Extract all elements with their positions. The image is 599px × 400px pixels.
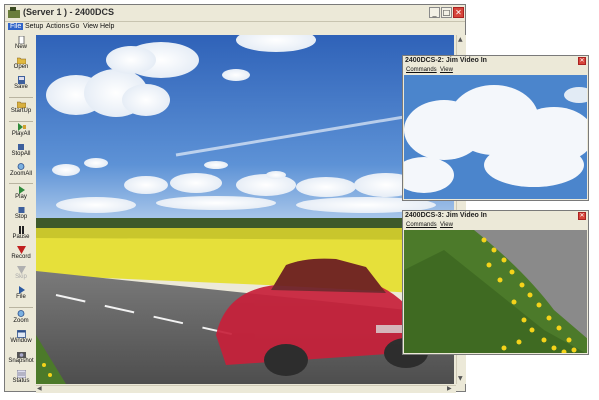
minimize-button[interactable]: _: [429, 7, 440, 18]
toolbar-separator: [9, 307, 33, 308]
status-button[interactable]: Status: [7, 370, 35, 390]
play-all-icon: [17, 123, 26, 131]
skip-icon: [16, 266, 26, 274]
window-label: Window: [10, 338, 32, 344]
snapshot-camera-icon: [16, 352, 26, 358]
menu-file[interactable]: File: [8, 23, 24, 30]
stop-button[interactable]: Stop: [7, 206, 35, 226]
play-button[interactable]: Play: [7, 186, 35, 206]
sub-window-title: 2400DCS-2: Jim Video In: [405, 57, 487, 64]
sub-window-close-button[interactable]: ✕: [578, 57, 586, 65]
zoomall-button[interactable]: ZoomAll: [7, 163, 35, 183]
zoomall-label: ZoomAll: [9, 171, 32, 177]
status-icon: [16, 370, 26, 378]
file-play-icon: [18, 286, 25, 294]
sub-menu-view[interactable]: View: [440, 222, 453, 228]
sub-video-feed-dandelions[interactable]: [404, 230, 587, 353]
file-play-button[interactable]: File: [7, 286, 35, 306]
sub-video-feed-clouds[interactable]: [404, 75, 587, 199]
new-file-icon: [18, 36, 24, 44]
stopall-button[interactable]: StopAll: [7, 143, 35, 163]
save-disk-icon: [17, 76, 25, 84]
sub-menu-commands[interactable]: Commands: [406, 67, 437, 73]
sub-window-jim-video-2[interactable]: 2400DCS-2: Jim Video In ✕ Commands View: [402, 55, 589, 201]
skip-label: Skip: [15, 274, 27, 280]
stopall-label: StopAll: [11, 151, 31, 157]
zoom-icon: [17, 310, 24, 317]
sub-menu-commands[interactable]: Commands: [406, 222, 437, 228]
menu-help[interactable]: Help: [100, 23, 114, 30]
sub-menu-view[interactable]: View: [440, 67, 453, 73]
open-folder-icon: [16, 57, 26, 64]
stop-all-icon: [17, 144, 24, 150]
main-window: (Server 1 ) - 2400DCS _ □ ✕ File Setup A…: [4, 4, 466, 393]
new-label: New: [14, 44, 27, 50]
close-button[interactable]: ✕: [453, 7, 464, 18]
menu-go[interactable]: Go: [70, 23, 79, 30]
sub-window-jim-video-3[interactable]: 2400DCS-3: Jim Video In ✕ Commands View: [402, 210, 589, 355]
new-button[interactable]: New: [7, 36, 35, 56]
zoom-button[interactable]: Zoom: [7, 310, 35, 330]
pause-button[interactable]: Pause: [7, 226, 35, 246]
record-label: Record: [11, 254, 31, 260]
scroll-down-icon[interactable]: ▼: [458, 375, 463, 382]
open-label: Open: [13, 64, 29, 70]
horizontal-scrollbar[interactable]: ◀ ▶: [36, 385, 456, 393]
main-video-feed[interactable]: [36, 35, 454, 384]
zoom-label: Zoom: [13, 318, 29, 324]
startup-folder-icon: [16, 101, 26, 108]
snapshot-button[interactable]: Snapshot: [7, 350, 35, 370]
play-label: Play: [15, 194, 27, 200]
video-frame-dandelions: [404, 230, 587, 353]
menu-bar: File Setup Actions Go View Help: [5, 22, 465, 34]
toolbar-separator: [9, 183, 33, 184]
scroll-right-icon[interactable]: ▶: [447, 385, 452, 392]
stop-label: Stop: [14, 214, 28, 220]
menu-actions[interactable]: Actions: [46, 23, 69, 30]
sub-window-close-button[interactable]: ✕: [578, 212, 586, 220]
app-icon: [8, 7, 20, 18]
menu-setup[interactable]: Setup: [25, 23, 43, 30]
stop-icon: [18, 207, 24, 213]
pause-icon: [18, 226, 24, 234]
sub-window-title: 2400DCS-3: Jim Video In: [405, 212, 487, 219]
record-icon: [16, 246, 26, 254]
toolbar-separator: [9, 121, 33, 122]
status-label: Status: [12, 378, 30, 384]
file-label: File: [16, 294, 26, 300]
startup-label: StartUp: [10, 108, 32, 114]
snapshot-label: Snapshot: [8, 358, 34, 364]
left-toolbar: New Open Save StartUp PlayAll StopAll Zo…: [7, 36, 35, 386]
scroll-up-icon[interactable]: ▲: [458, 36, 463, 43]
startup-button[interactable]: StartUp: [7, 100, 35, 120]
menu-view[interactable]: View: [83, 23, 98, 30]
window-title: (Server 1 ) - 2400DCS: [23, 7, 115, 17]
toolbar-separator: [9, 97, 33, 98]
skip-button[interactable]: Skip: [7, 266, 35, 286]
maximize-button[interactable]: □: [441, 7, 452, 18]
scroll-left-icon[interactable]: ◀: [37, 385, 42, 392]
zoom-all-icon: [17, 163, 24, 170]
playall-label: PlayAll: [11, 131, 31, 137]
record-button[interactable]: Record: [7, 246, 35, 266]
pause-label: Pause: [12, 234, 30, 240]
open-button[interactable]: Open: [7, 56, 35, 76]
window-icon: [16, 330, 26, 338]
save-label: Save: [14, 84, 28, 90]
window-button[interactable]: Window: [7, 330, 35, 350]
play-icon: [18, 186, 25, 194]
playall-button[interactable]: PlayAll: [7, 123, 35, 143]
video-frame-landscape: [36, 35, 454, 384]
video-frame-clouds: [404, 75, 587, 199]
save-button[interactable]: Save: [7, 76, 35, 96]
title-bar[interactable]: (Server 1 ) - 2400DCS _ □ ✕: [5, 5, 465, 22]
